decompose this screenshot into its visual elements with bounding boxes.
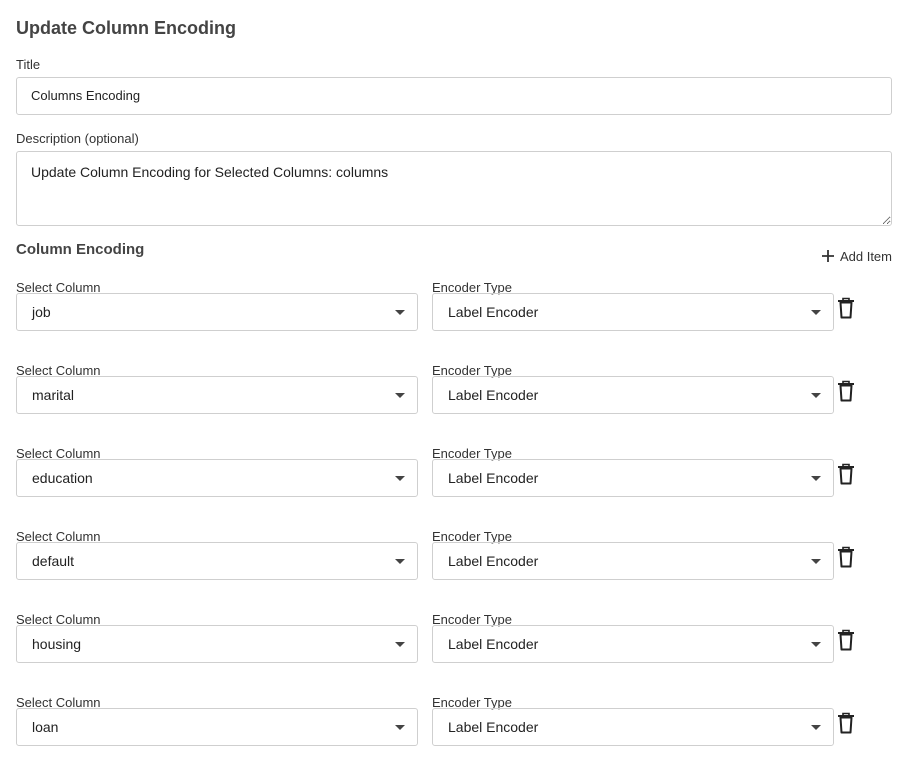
title-label: Title — [16, 57, 41, 72]
chevron-down-icon — [811, 559, 821, 564]
page-title: Update Column Encoding — [16, 18, 236, 38]
column-select-value: marital — [32, 387, 75, 403]
encoding-row: Select Column Encoder Type education Label … — [0, 446, 903, 529]
chevron-down-icon — [395, 393, 405, 398]
encoder-select-value: Label Encoder — [448, 387, 539, 403]
column-select[interactable]: housing — [16, 625, 418, 663]
chevron-down-icon — [811, 393, 821, 398]
column-select-value: job — [32, 304, 51, 320]
add-item-label: Add Item — [839, 248, 892, 264]
column-select[interactable]: marital — [16, 376, 418, 414]
encoder-select-value: Label Encoder — [448, 553, 539, 569]
encoding-row: Select Column Encoder Type default Label En… — [0, 529, 903, 612]
trash-icon[interactable] — [837, 297, 855, 319]
column-select-value: housing — [32, 636, 82, 652]
trash-icon[interactable] — [837, 380, 855, 402]
encoder-select[interactable]: Label Encoder — [432, 376, 834, 414]
chevron-down-icon — [395, 310, 405, 315]
column-select-value: loan — [32, 719, 59, 735]
column-select[interactable]: default — [16, 542, 418, 580]
encoder-select-value: Label Encoder — [448, 719, 539, 735]
trash-icon[interactable] — [837, 463, 855, 485]
encoder-select[interactable]: Label Encoder — [432, 293, 834, 331]
encoding-row: Select Column Encoder Type marital Label En… — [0, 363, 903, 446]
chevron-down-icon — [811, 310, 821, 315]
chevron-down-icon — [395, 559, 405, 564]
encoding-row: Select Column Encoder Type housing Label En… — [0, 612, 903, 695]
chevron-down-icon — [811, 725, 821, 730]
chevron-down-icon — [395, 725, 405, 730]
encoder-select-value: Label Encoder — [448, 470, 539, 486]
section-title: Column Encoding — [16, 241, 145, 258]
encoder-select-value: Label Encoder — [448, 304, 539, 320]
column-select-value: education — [32, 470, 93, 486]
description-textarea[interactable]: Update Column Encoding for Selected Colu… — [16, 151, 892, 226]
encoder-select[interactable]: Label Encoder — [432, 708, 834, 746]
column-select[interactable]: loan — [16, 708, 418, 746]
encoder-select-value: Label Encoder — [448, 636, 539, 652]
chevron-down-icon — [395, 476, 405, 481]
column-select-value: default — [32, 553, 75, 569]
description-label: Description (optional) — [16, 131, 139, 146]
plus-icon — [821, 250, 834, 262]
encoder-select[interactable]: Label Encoder — [432, 542, 834, 580]
encoding-row: Select Column Encoder Type loan Label Encod… — [0, 695, 903, 775]
chevron-down-icon — [811, 642, 821, 647]
title-input[interactable]: Columns Encoding — [16, 77, 892, 115]
chevron-down-icon — [395, 642, 405, 647]
trash-icon[interactable] — [837, 712, 855, 734]
encoder-select[interactable]: Label Encoder — [432, 625, 834, 663]
add-item-button[interactable]: Add Item — [820, 248, 892, 264]
trash-icon[interactable] — [837, 546, 855, 568]
chevron-down-icon — [811, 476, 821, 481]
encoder-select[interactable]: Label Encoder — [432, 459, 834, 497]
column-select[interactable]: education — [16, 459, 418, 497]
trash-icon[interactable] — [837, 629, 855, 651]
encoding-row: Select Column Encoder Type job Label Encode… — [0, 280, 903, 363]
column-select[interactable]: job — [16, 293, 418, 331]
